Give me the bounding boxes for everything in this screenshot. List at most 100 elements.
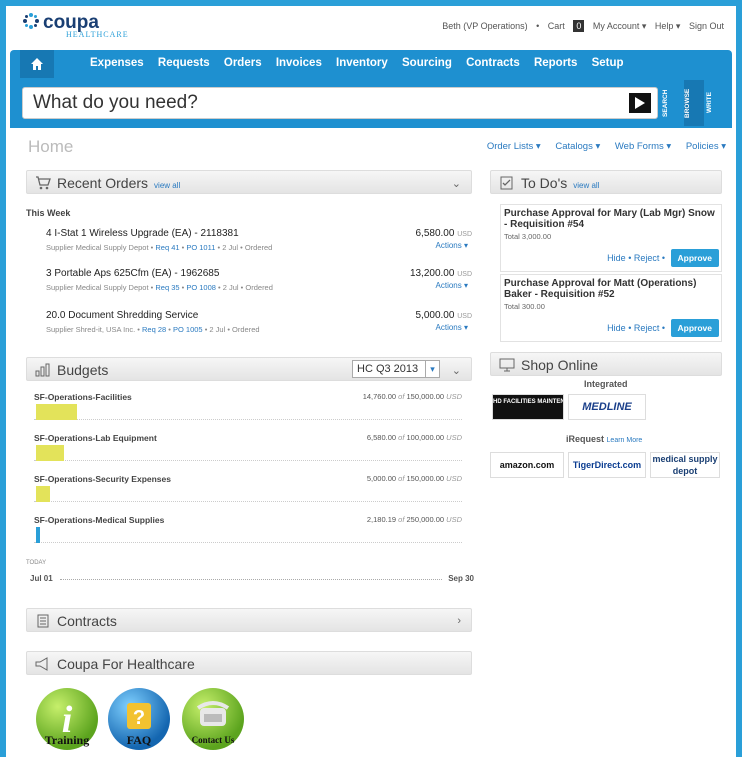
budget-progress-track [34,486,462,502]
budget-period-select[interactable]: HC Q3 2013 ▾ [352,360,440,378]
budget-spent: 6,580.00 [366,433,397,442]
order-row[interactable]: 4 I-Stat 1 Wireless Upgrade (EA) - 21183… [46,228,474,264]
order-supplier: Supplier Medical Supply Depot [46,243,149,252]
nav-requests[interactable]: Requests [158,57,210,69]
order-req-link[interactable]: Req 35 [155,283,179,292]
recent-orders-title: Recent Orders [57,175,149,191]
dropdown-arrow-icon[interactable]: ▾ [425,361,439,377]
policies-menu[interactable]: Policies ▾ [686,141,726,152]
budget-timeline: Jul 01 Sep 30 [30,574,474,584]
my-account-menu[interactable]: My Account ▾ [593,21,647,31]
approve-button[interactable]: Approve [670,319,719,337]
budget-of: of [398,474,405,483]
budget-row[interactable]: SF-Operations-Facilities 14,760.00 of 15… [34,392,464,430]
catalogs-menu[interactable]: Catalogs ▾ [555,141,600,152]
budget-total: 150,000.00 [406,474,445,483]
coupa-logo[interactable]: coupa HEALTHCARE [22,12,128,39]
order-po-link[interactable]: PO 1008 [186,283,216,292]
todo-reject-link[interactable]: Reject [634,253,660,263]
search-input[interactable] [23,88,613,118]
faq-link[interactable]: ? FAQ [108,688,170,750]
tab-search[interactable]: SEARCH [662,80,682,126]
sign-out-link[interactable]: Sign Out [689,21,724,31]
learn-more-link[interactable]: Learn More [607,437,643,444]
timeline-start: Jul 01 [30,574,53,583]
vendor-amazon[interactable]: amazon.com [490,452,564,478]
order-po-link[interactable]: PO 1005 [173,325,203,334]
timeline-dots [60,579,442,580]
budget-progress-fill [36,527,40,543]
budget-row[interactable]: SF-Operations-Medical Supplies 2,180.19 … [34,515,464,553]
web-forms-menu[interactable]: Web Forms ▾ [615,141,671,152]
order-currency: USD [457,313,472,320]
contact-us-label: Contact Us [191,735,235,745]
recent-orders-view-all[interactable]: view all [154,181,180,190]
order-actions-menu[interactable]: Actions ▾ [436,281,468,290]
budget-of: of [398,433,405,442]
nav-setup[interactable]: Setup [592,57,624,69]
chevron-down-icon[interactable]: ⌄ [452,364,461,377]
order-actions-menu[interactable]: Actions ▾ [436,323,468,332]
chevron-right-icon[interactable]: › [457,615,461,627]
contact-us-link[interactable]: Contact Us [182,688,244,750]
nav-contracts[interactable]: Contracts [466,57,520,69]
order-req-link[interactable]: Req 28 [142,325,166,334]
order-currency: USD [457,231,472,238]
order-row[interactable]: 3 Portable Aps 625Cfm (EA) - 1962685 Sup… [46,268,474,304]
order-status: Ordered [232,325,260,334]
tab-browse[interactable]: BROWSE [684,80,704,126]
nav-sourcing[interactable]: Sourcing [402,57,452,69]
vendor-medline[interactable]: MEDLINE [568,394,646,420]
budget-spent: 2,180.19 [366,515,397,524]
shop-online-title: Shop Online [521,357,599,373]
todos-title: To Do's [521,175,568,191]
budget-row[interactable]: SF-Operations-Security Expenses 5,000.00… [34,474,464,512]
cart-count-badge[interactable]: 0 [573,20,585,32]
chevron-down-icon[interactable]: ⌄ [452,177,461,190]
order-lists-menu[interactable]: Order Lists ▾ [487,141,541,152]
order-name[interactable]: 20.0 Document Shredding Service [46,310,474,321]
tab-write[interactable]: WRITE [706,80,726,126]
todo-hide-link[interactable]: Hide [607,253,626,263]
nav-invoices[interactable]: Invoices [276,57,322,69]
approve-button[interactable]: Approve [670,249,719,267]
cart-link[interactable]: Cart [548,21,565,31]
order-po-link[interactable]: PO 1011 [186,243,215,252]
todos-view-all[interactable]: view all [573,181,599,190]
budget-currency: USD [446,433,462,442]
order-name[interactable]: 4 I-Stat 1 Wireless Upgrade (EA) - 21183… [46,228,474,239]
user-name[interactable]: Beth (VP Operations) [442,21,527,31]
order-req-link[interactable]: Req 41 [155,243,179,252]
budget-total: 250,000.00 [406,515,445,524]
budget-of: of [398,515,405,524]
budget-currency: USD [446,392,462,401]
irequest-label: iRequest [566,434,605,444]
order-actions-menu[interactable]: Actions ▾ [436,241,468,250]
nav-orders[interactable]: Orders [224,57,262,69]
healthcare-title: Coupa For Healthcare [57,656,195,672]
home-button[interactable] [20,50,54,78]
todos-header: To Do's view all [490,170,722,194]
todo-item: Purchase Approval for Mary (Lab Mgr) Sno… [500,204,722,272]
nav-expenses[interactable]: Expenses [90,57,144,69]
contracts-header[interactable]: Contracts › [26,608,472,632]
nav-inventory[interactable]: Inventory [336,57,388,69]
budget-progress-fill [36,445,64,461]
vendor-medical-supply-depot[interactable]: medical supply depot [650,452,720,478]
todo-title[interactable]: Purchase Approval for Matt (Operations) … [504,278,718,300]
nav-reports[interactable]: Reports [534,57,577,69]
help-menu[interactable]: Help ▾ [655,21,681,31]
todo-hide-link[interactable]: Hide [607,323,626,333]
vendor-hd-facilities[interactable]: HD FACILITIES MAINTENANCE [492,394,564,420]
vendor-tigerdirect[interactable]: TigerDirect.com [568,452,646,478]
megaphone-icon [35,657,48,671]
order-row[interactable]: 20.0 Document Shredding Service Supplier… [46,310,474,346]
order-currency: USD [457,271,472,278]
search-go-button[interactable] [629,93,651,113]
order-date: 2 Jul [209,325,226,334]
training-link[interactable]: i Training [36,688,98,750]
todo-total: Total 3,000.00 [504,232,552,241]
todo-reject-link[interactable]: Reject [634,323,660,333]
budget-row[interactable]: SF-Operations-Lab Equipment 6,580.00 of … [34,433,464,471]
todo-title[interactable]: Purchase Approval for Mary (Lab Mgr) Sno… [504,208,718,230]
